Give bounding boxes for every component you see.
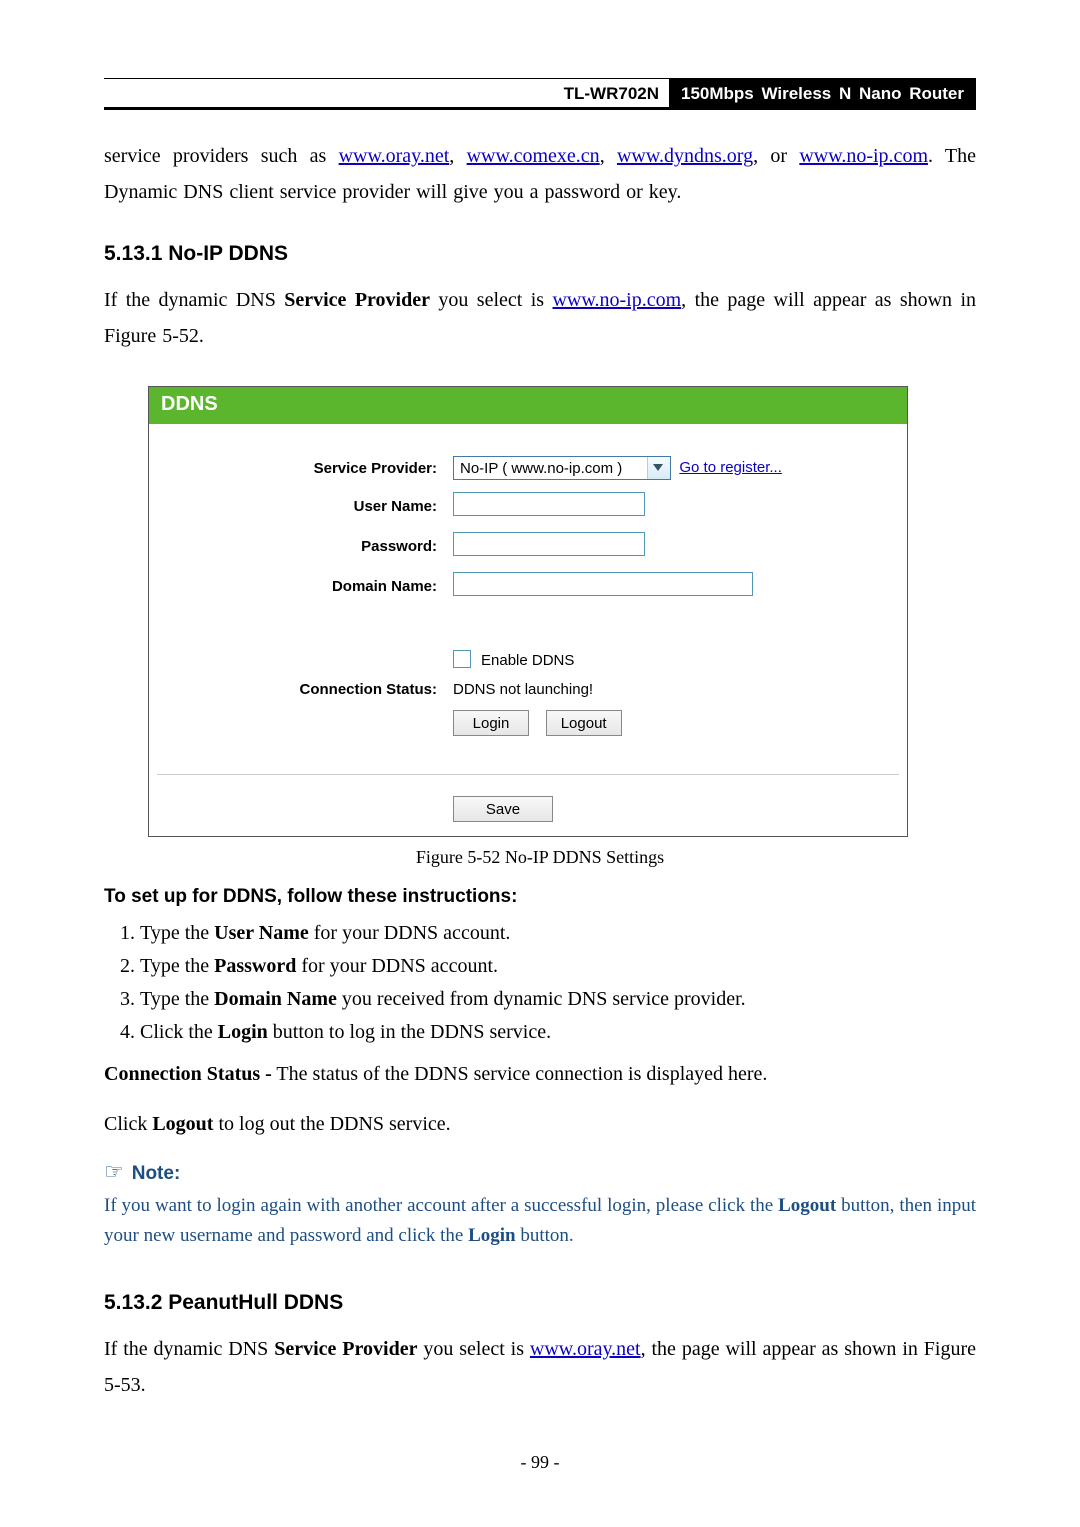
password-input[interactable] [453,532,645,556]
link-noip-2[interactable]: www.no-ip.com [552,289,681,311]
panel-title: DDNS [149,387,907,424]
txt: Click [104,1113,152,1135]
txt: you received from dynamic DNS service pr… [337,988,746,1010]
txt: Click the [140,1021,218,1043]
service-provider-dropdown[interactable]: No-IP ( www.no-ip.com ) [453,456,671,480]
txt: you select is [438,289,552,311]
connection-status-note: Connection Status - The status of the DD… [104,1059,976,1089]
ddns-panel: DDNS Service Provider: No-IP ( www.no-ip… [148,386,908,837]
sec2-paragraph: If the dynamic DNS Service Provider you … [104,1331,976,1403]
connection-status-value: DDNS not launching! [453,681,593,698]
label-domain-name: Domain Name: [149,566,445,606]
figure-caption-5-52: Figure 5-52 No-IP DDNS Settings [104,847,976,868]
enable-ddns-label: Enable DDNS [481,652,574,669]
link-dyndns[interactable]: www.dyndns.org [617,145,753,167]
model-label: TL-WR702N [554,79,669,107]
bold: Password [214,955,296,977]
list-item: Type the Domain Name you received from d… [140,984,976,1014]
sep: , [600,145,617,167]
bold: Domain Name [214,988,337,1010]
sep-or: , or [753,145,799,167]
logout-button[interactable]: Logout [546,710,622,736]
product-tagline: 150Mbps Wireless N Nano Router [669,79,976,107]
page-number: - 99 - [0,1452,1080,1473]
txt: to log out the DDNS service. [213,1113,450,1135]
bold-service-provider: Service Provider [284,289,430,311]
instructions-heading: To set up for DDNS, follow these instruc… [104,886,976,908]
instructions-list: Type the User Name for your DDNS account… [104,918,976,1047]
label-password: Password: [149,526,445,566]
txt: If the dynamic DNS [104,1338,274,1360]
label-service-provider: Service Provider: [149,450,445,486]
bold: Login [468,1225,516,1246]
save-button[interactable]: Save [453,796,553,822]
dropdown-value: No-IP ( www.no-ip.com ) [460,460,622,477]
note-body: If you want to login again with another … [104,1191,976,1251]
txt: for your DDNS account. [296,955,498,977]
note-label: Note: [132,1163,181,1184]
domain-name-input[interactable] [453,572,753,596]
link-noip[interactable]: www.no-ip.com [799,145,928,167]
heading-5-13-1: 5.13.1 No-IP DDNS [104,242,976,266]
go-to-register-link[interactable]: Go to register... [679,459,782,476]
txt: button. [516,1225,574,1246]
note-heading: ☞ Note: [104,1159,976,1185]
txt: Type the [140,955,214,977]
label-connection-status: Connection Status: [149,675,445,704]
pointing-hand-icon: ☞ [104,1159,124,1184]
bold: User Name [214,922,309,944]
link-comexe[interactable]: www.comexe.cn [467,145,600,167]
bold: Connection Status - [104,1063,272,1085]
txt: If you want to login again with another … [104,1195,778,1216]
login-button[interactable]: Login [453,710,529,736]
sep: , [449,145,466,167]
bold: Login [218,1021,268,1043]
separator-line [157,774,899,776]
list-item: Type the Password for your DDNS account. [140,951,976,981]
enable-ddns-checkbox[interactable] [453,650,471,668]
txt: Type the [140,988,214,1010]
intro-paragraph: service providers such as www.oray.net , … [104,138,976,210]
txt: The status of the DDNS service connectio… [272,1063,768,1085]
heading-5-13-2: 5.13.2 PeanutHull DDNS [104,1291,976,1315]
list-item: Type the User Name for your DDNS account… [140,918,976,948]
txt: button to log in the DDNS service. [268,1021,551,1043]
bold: Logout [152,1113,213,1135]
chevron-down-icon [647,457,670,479]
user-name-input[interactable] [453,492,645,516]
logout-instruction: Click Logout to log out the DDNS service… [104,1109,976,1139]
txt: If the dynamic DNS [104,289,284,311]
sec1-paragraph: If the dynamic DNS Service Provider you … [104,282,976,354]
bold-service-provider: Service Provider [274,1338,417,1360]
intro-pre: service providers such as [104,145,339,167]
list-item: Click the Login button to log in the DDN… [140,1017,976,1047]
txt: Type the [140,922,214,944]
txt: you select is [423,1338,530,1360]
label-user-name: User Name: [149,486,445,526]
txt: for your DDNS account. [309,922,511,944]
bold: Logout [778,1195,836,1216]
header-band: TL-WR702N 150Mbps Wireless N Nano Router [104,78,976,110]
link-oray-2[interactable]: www.oray.net [530,1338,641,1360]
link-oray[interactable]: www.oray.net [339,145,450,167]
